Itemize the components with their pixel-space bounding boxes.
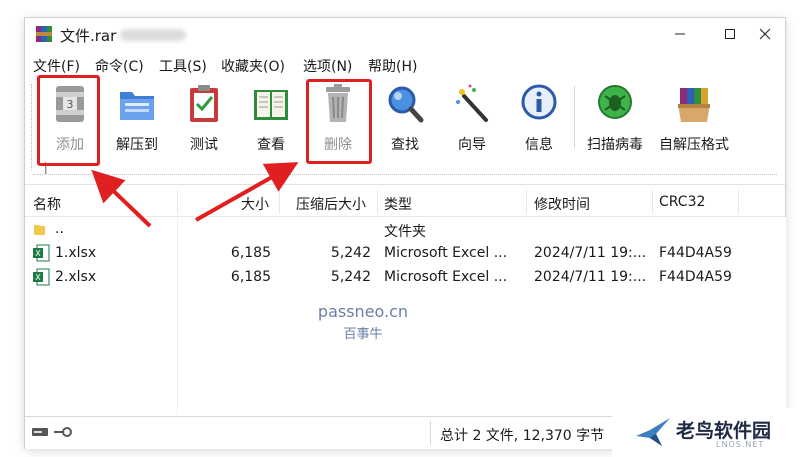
site-branding: 老鸟软件园 LNOS.NET: [612, 408, 810, 457]
site-name: 老鸟软件园: [676, 420, 772, 442]
bird-logo-icon: [636, 418, 670, 446]
arrow-to-delete: [195, 162, 299, 222]
annotation-arrows: [91, 162, 299, 228]
site-domain: LNOS.NET: [716, 440, 765, 449]
arrow-to-add: [91, 169, 152, 228]
